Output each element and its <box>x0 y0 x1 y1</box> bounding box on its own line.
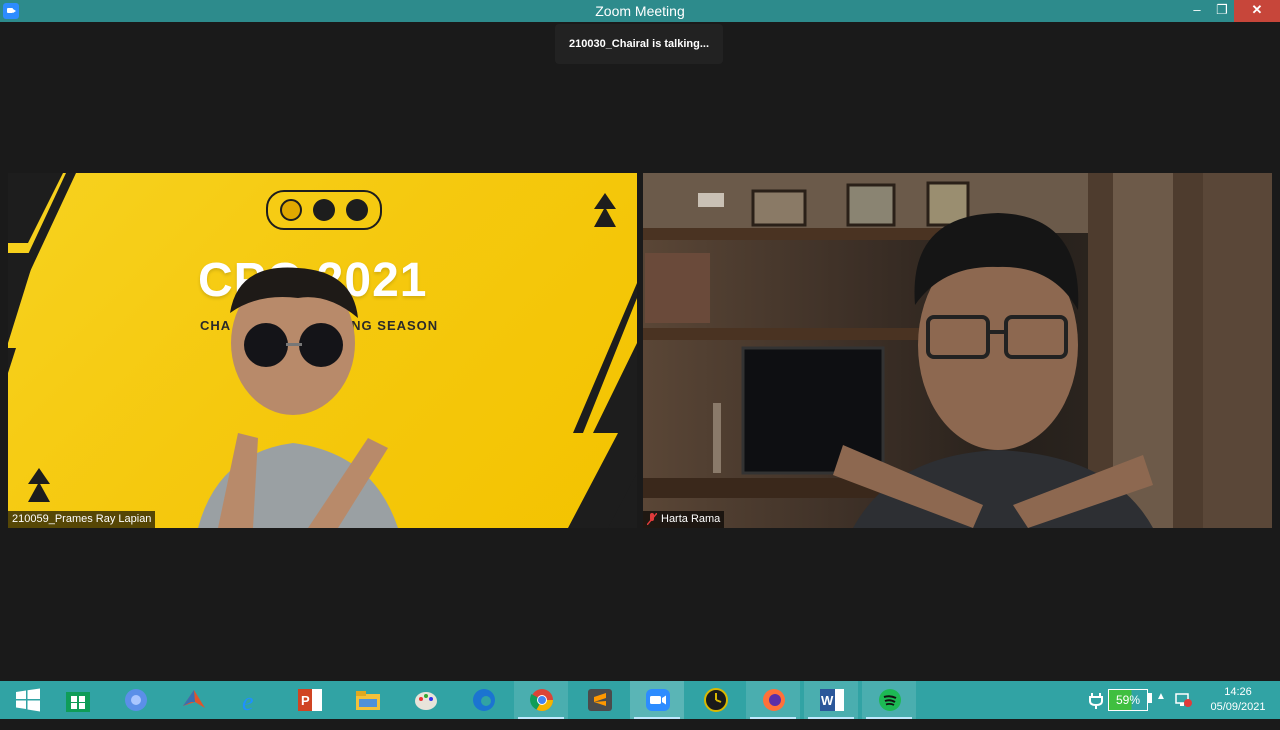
title-bar: Zoom Meeting – ❐ ✕ <box>0 0 1280 22</box>
active-speaker-notice: 210030_Chairal is talking... <box>555 24 723 64</box>
taskbar-store[interactable] <box>50 681 104 719</box>
powerpoint-icon: P <box>298 689 322 711</box>
firefox-icon <box>763 689 785 711</box>
minimize-button[interactable]: – <box>1183 0 1211 22</box>
sublime-icon <box>588 689 612 711</box>
triangle-logo-icon <box>594 193 616 227</box>
taskbar-spotify[interactable] <box>862 681 916 719</box>
battery-tip <box>1148 693 1152 703</box>
spotify-icon <box>879 689 901 711</box>
power-plug-icon[interactable] <box>1088 691 1104 729</box>
taskbar-word[interactable]: W <box>804 681 858 719</box>
taskbar-internet-explorer[interactable]: e <box>224 681 278 719</box>
svg-text:e: e <box>242 688 254 712</box>
clock-time: 14:26 <box>1224 686 1252 698</box>
paint-icon <box>415 692 437 710</box>
taskbar-powerpoint[interactable]: P <box>282 681 336 719</box>
zoom-icon <box>646 689 670 711</box>
hexagon-logo-icon <box>313 199 335 221</box>
participant-name-tag: 210059_Prames Ray Lapian <box>8 511 156 528</box>
taskbar-edge[interactable] <box>456 681 510 719</box>
triangle-logo-icon <box>28 468 50 502</box>
taskbar: e P W 59% ▲ 14:26 05/09/2021 <box>0 681 1280 719</box>
taskbar-chromium[interactable] <box>108 681 162 719</box>
taskbar-firefox[interactable] <box>746 681 800 719</box>
svg-text:P: P <box>301 693 310 708</box>
clock-date: 05/09/2021 <box>1210 701 1266 713</box>
start-button[interactable] <box>0 681 54 719</box>
chrome-icon <box>530 689 553 711</box>
ie-icon: e <box>242 688 254 712</box>
participant-video-person <box>198 267 398 528</box>
file-explorer-icon <box>356 691 380 710</box>
taskbar-matlab[interactable] <box>166 681 220 719</box>
taskbar-zoom[interactable] <box>630 681 684 719</box>
svg-text:W: W <box>821 693 834 708</box>
window-title: Zoom Meeting <box>595 3 685 19</box>
video-tile-participant-1[interactable]: CPC 2021 CHANG SEASON 210059_Prames Ray … <box>8 173 637 528</box>
taskbar-clock-app[interactable] <box>688 681 742 719</box>
restore-button[interactable]: ❐ <box>1208 0 1236 22</box>
mic-muted-icon <box>647 513 657 525</box>
start-icon <box>16 688 40 712</box>
participant-name-tag: Harta Rama <box>643 511 725 528</box>
battery-indicator[interactable]: 59% <box>1108 689 1148 711</box>
letter-logo-icon <box>346 199 368 221</box>
taskbar-sublime[interactable] <box>572 681 626 719</box>
matlab-icon <box>183 690 205 708</box>
video-tile-participant-2[interactable]: Harta Rama <box>643 173 1272 528</box>
chromium-icon <box>125 689 147 711</box>
participant-video-person <box>833 213 1153 528</box>
participant-name: Harta Rama <box>661 513 721 525</box>
taskbar-paint[interactable] <box>398 681 452 719</box>
sponsor-logos <box>266 190 382 230</box>
clock-app-icon <box>704 688 728 712</box>
store-icon <box>66 692 90 712</box>
show-hidden-icons-chevron-icon[interactable]: ▲ <box>1156 691 1166 729</box>
close-button[interactable]: ✕ <box>1234 0 1280 22</box>
word-icon: W <box>820 689 844 711</box>
network-disconnected-icon[interactable] <box>1175 692 1193 730</box>
crown-logo-icon <box>280 199 302 221</box>
taskbar-chrome[interactable] <box>514 681 568 719</box>
system-clock[interactable]: 14:26 05/09/2021 <box>1200 685 1276 715</box>
taskbar-file-explorer[interactable] <box>340 681 394 719</box>
edge-icon <box>473 689 495 711</box>
